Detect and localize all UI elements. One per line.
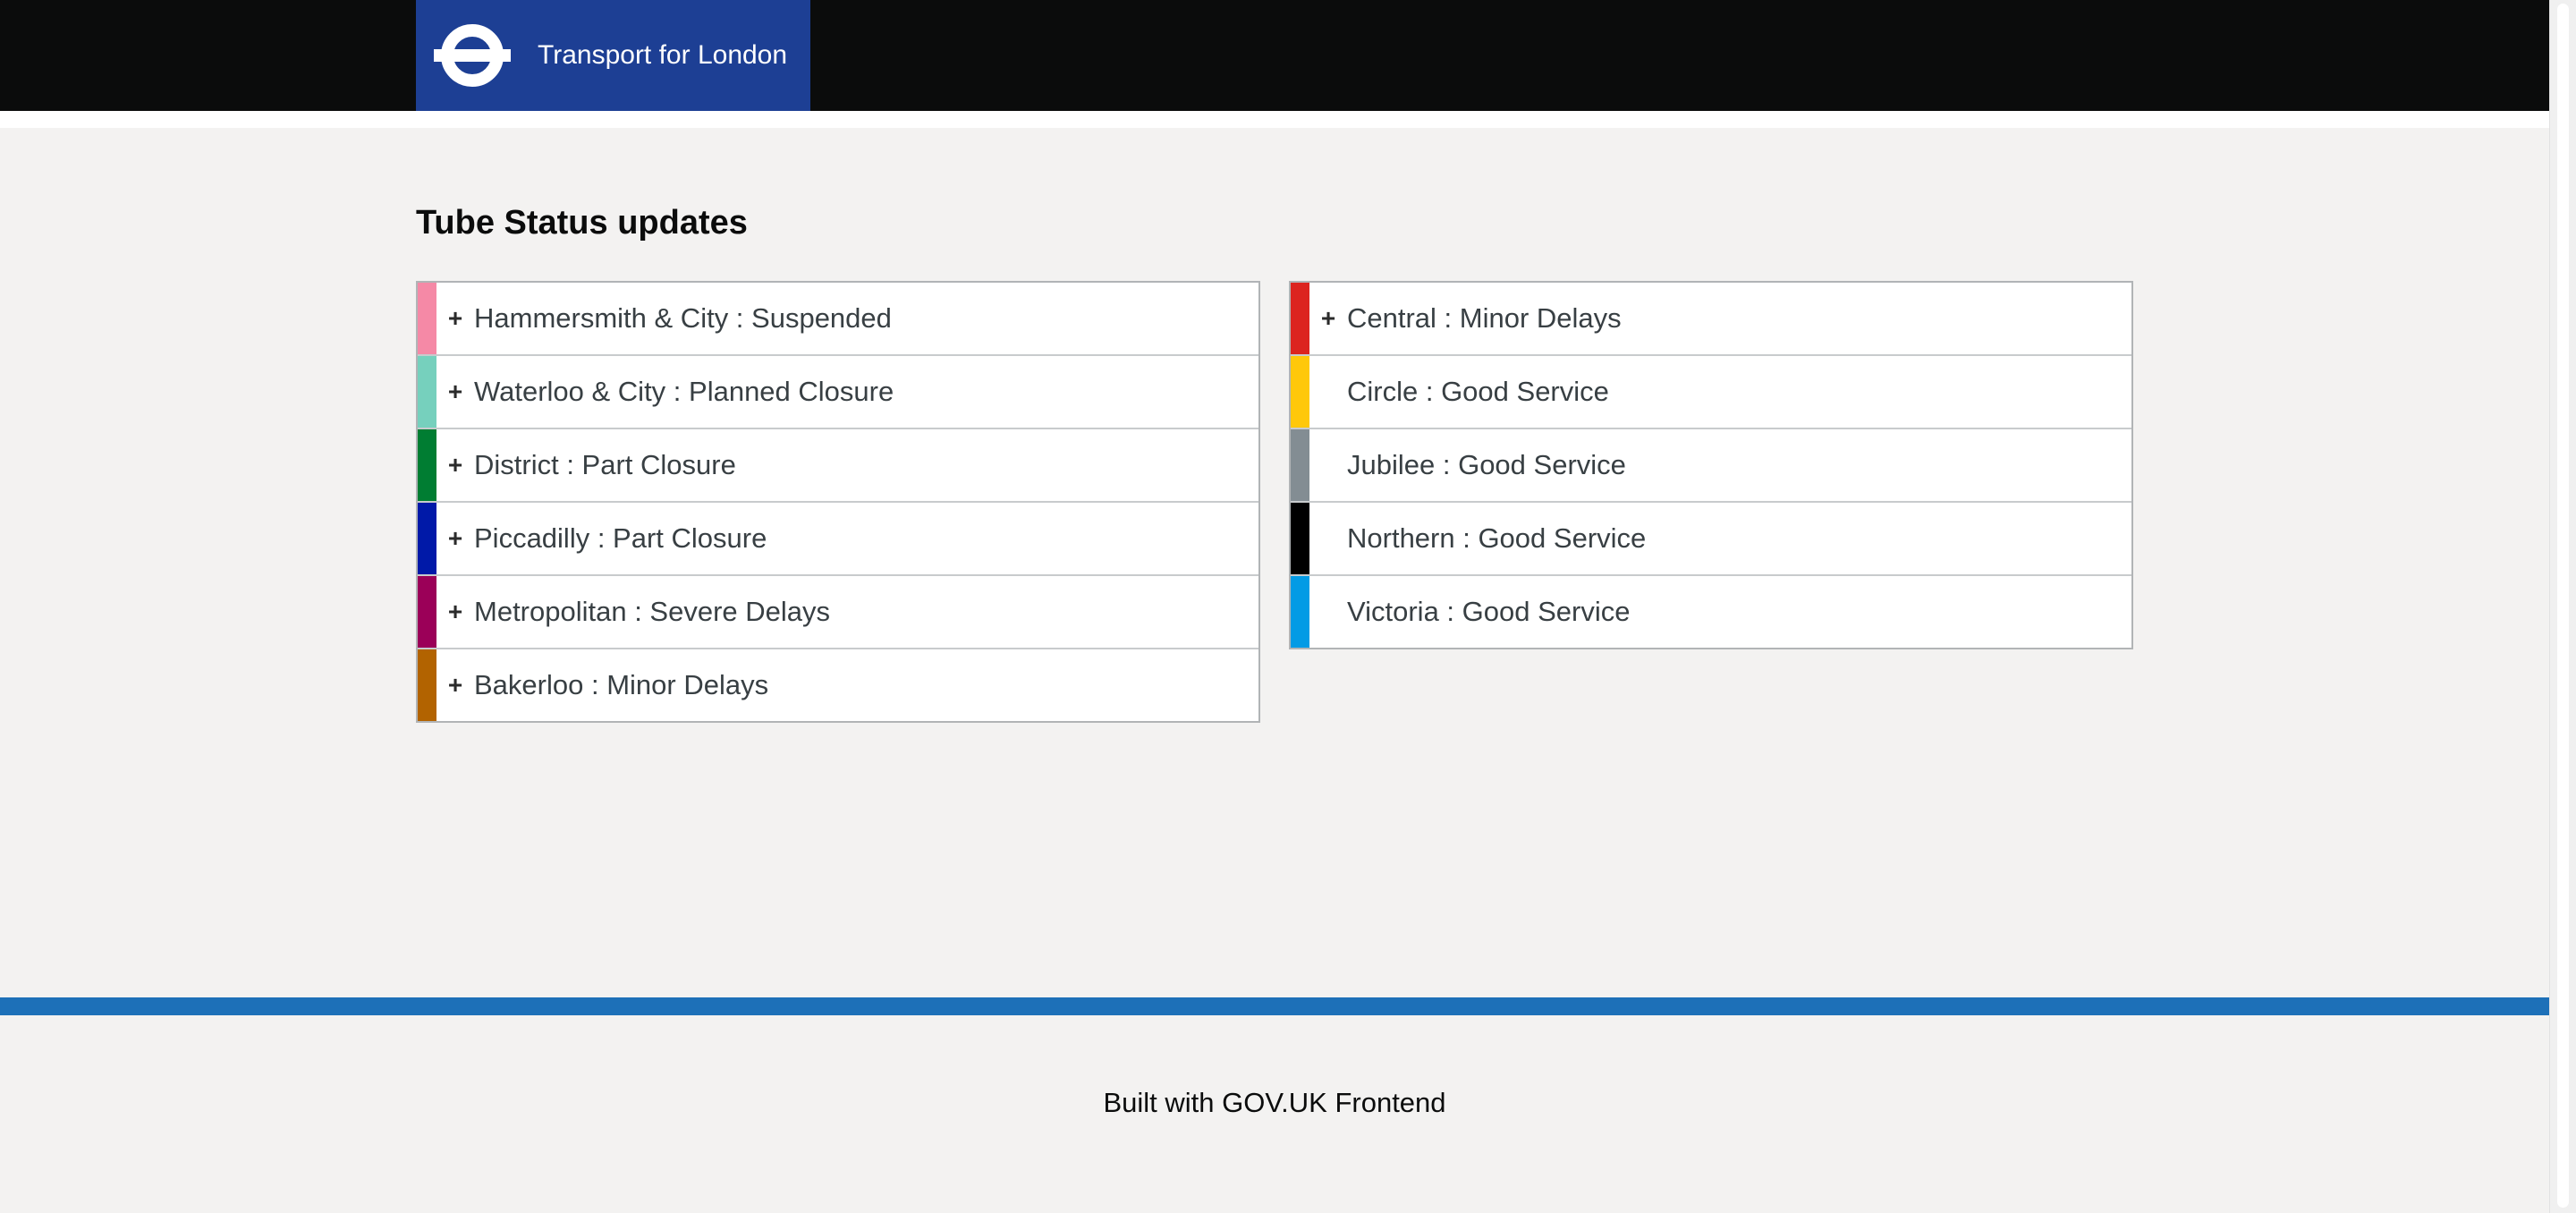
brand-name: Transport for London: [538, 40, 788, 70]
footer-divider: [0, 997, 2549, 1015]
line-status-district[interactable]: + District : Part Closure: [418, 429, 1258, 503]
plus-icon[interactable]: +: [445, 526, 466, 551]
line-status-label[interactable]: Piccadilly : Part Closure: [474, 522, 767, 555]
line-status-central[interactable]: + Central : Minor Delays: [1291, 283, 2131, 356]
line-status-label: Circle : Good Service: [1347, 376, 1609, 407]
line-status-label: Jubilee : Good Service: [1347, 449, 1626, 480]
line-colour-bar: [418, 429, 436, 501]
plus-icon[interactable]: +: [445, 673, 466, 698]
line-colour-bar: [418, 283, 436, 354]
page-title: Tube Status updates: [416, 204, 748, 242]
line-status-label[interactable]: Metropolitan : Severe Delays: [474, 596, 830, 628]
line-colour-bar: [418, 649, 436, 721]
line-status-hammersmith-and-city[interactable]: + Hammersmith & City : Suspended: [418, 283, 1258, 356]
line-status-list-right: + Central : Minor Delays Circle : Good Ser…: [1289, 281, 2133, 649]
brand-link[interactable]: Transport for London: [416, 0, 810, 111]
plus-icon[interactable]: +: [1318, 306, 1339, 331]
line-colour-bar: [1291, 283, 1309, 354]
line-colour-bar: [1291, 576, 1309, 648]
line-status-metropolitan[interactable]: + Metropolitan : Severe Delays: [418, 576, 1258, 649]
scrollbar-thumb[interactable]: [2557, 4, 2569, 1208]
line-status-label[interactable]: District : Part Closure: [474, 449, 736, 481]
line-status-label[interactable]: Central : Minor Delays: [1347, 302, 1622, 335]
site-header: Transport for London: [0, 0, 2549, 111]
plus-icon[interactable]: +: [445, 453, 466, 478]
plus-icon[interactable]: +: [445, 379, 466, 404]
line-colour-bar: [418, 503, 436, 574]
line-status-label[interactable]: Bakerloo : Minor Delays: [474, 669, 768, 701]
line-colour-bar: [418, 356, 436, 428]
plus-icon[interactable]: +: [445, 599, 466, 624]
line-status-label[interactable]: Hammersmith & City : Suspended: [474, 302, 892, 335]
line-colour-bar: [418, 576, 436, 648]
line-status-piccadilly[interactable]: + Piccadilly : Part Closure: [418, 503, 1258, 576]
tfl-roundel-icon: [434, 24, 511, 87]
line-status-circle: Circle : Good Service: [1291, 356, 2131, 429]
line-status-label: Northern : Good Service: [1347, 522, 1647, 554]
line-status-label[interactable]: Waterloo & City : Planned Closure: [474, 376, 894, 408]
line-status-jubilee: Jubilee : Good Service: [1291, 429, 2131, 503]
line-colour-bar: [1291, 356, 1309, 428]
line-status-northern: Northern : Good Service: [1291, 503, 2131, 576]
footer-text: Built with GOV.UK Frontend: [1103, 1087, 1446, 1118]
line-colour-bar: [1291, 429, 1309, 501]
line-status-victoria: Victoria : Good Service: [1291, 576, 2131, 648]
plus-icon[interactable]: +: [445, 306, 466, 331]
vertical-scrollbar[interactable]: [2549, 0, 2576, 1213]
line-status-bakerloo[interactable]: + Bakerloo : Minor Delays: [418, 649, 1258, 721]
line-colour-bar: [1291, 503, 1309, 574]
line-status-list-left: + Hammersmith & City : Suspended + Waterloo…: [416, 281, 1260, 723]
header-divider: [0, 111, 2549, 128]
line-status-waterloo-and-city[interactable]: + Waterloo & City : Planned Closure: [418, 356, 1258, 429]
line-status-label: Victoria : Good Service: [1347, 596, 1631, 627]
